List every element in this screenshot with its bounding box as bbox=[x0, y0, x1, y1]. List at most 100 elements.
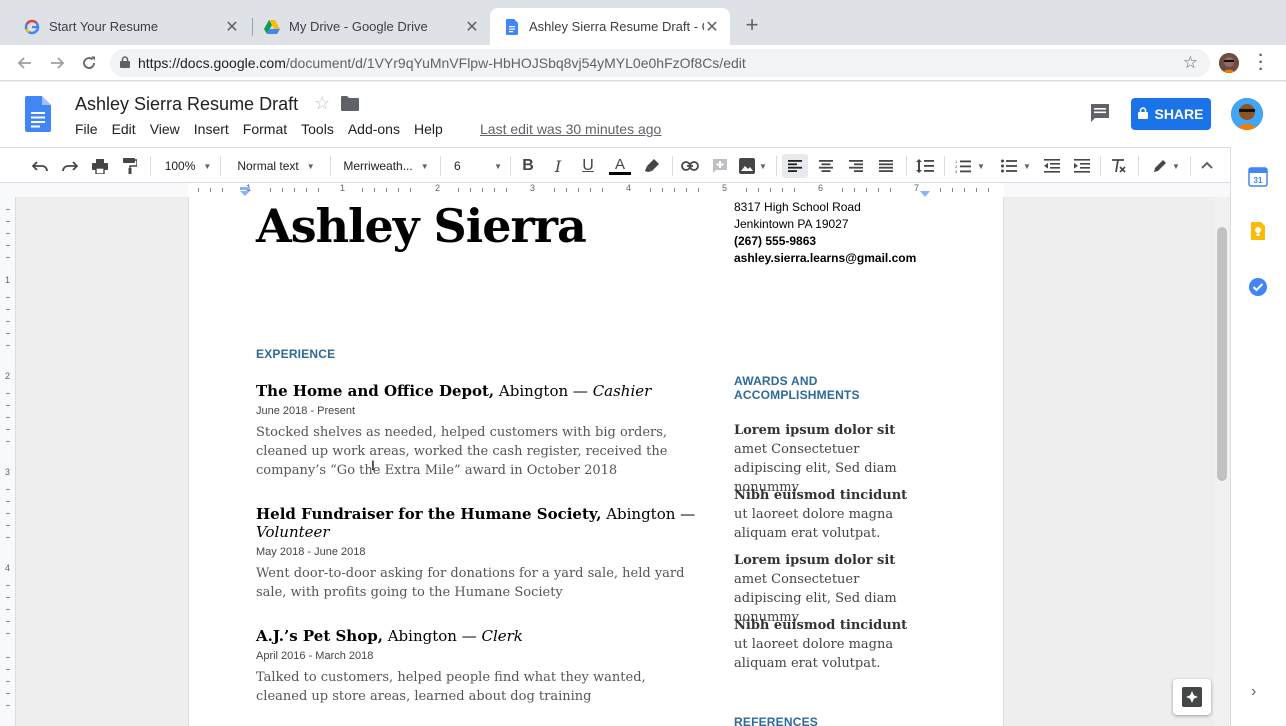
tab-resume-draft[interactable]: Ashley Sierra Resume Draft - G ✕ bbox=[490, 8, 730, 45]
back-arrow-icon[interactable] bbox=[14, 52, 36, 74]
job-entry[interactable]: A.J.’s Pet Shop, Abington — Clerk April … bbox=[256, 627, 696, 706]
insert-image-icon[interactable]: ▼ bbox=[736, 154, 770, 178]
chrome-menu-icon[interactable]: · · · bbox=[1256, 48, 1266, 78]
tab-title: My Drive - Google Drive bbox=[289, 19, 428, 34]
resume-name[interactable]: Ashley Sierra bbox=[256, 199, 587, 253]
forward-arrow-icon[interactable] bbox=[46, 52, 68, 74]
menu-add-ons[interactable]: Add-ons bbox=[348, 121, 400, 137]
account-avatar[interactable] bbox=[1231, 98, 1263, 130]
document-page[interactable]: Ashley Sierra 8317 High School Road Jenk… bbox=[188, 197, 1004, 726]
bulleted-list-icon[interactable]: ▼ bbox=[996, 154, 1036, 178]
menu-file[interactable]: File bbox=[75, 121, 98, 137]
ruler-tick bbox=[282, 188, 283, 192]
collapse-menus-icon[interactable] bbox=[1196, 154, 1218, 176]
vertical-scrollbar[interactable] bbox=[1214, 197, 1230, 726]
redo-icon[interactable] bbox=[58, 154, 82, 178]
align-left-icon[interactable] bbox=[782, 154, 808, 178]
bookmark-star-icon[interactable]: ☆ bbox=[1183, 53, 1198, 73]
ruler-tick bbox=[964, 188, 965, 192]
menu-insert[interactable]: Insert bbox=[194, 121, 229, 137]
menu-tools[interactable]: Tools bbox=[301, 121, 334, 137]
references-heading[interactable]: REFERENCES bbox=[734, 715, 818, 726]
job-entry[interactable]: Held Fundraiser for the Humane Society, … bbox=[256, 505, 696, 602]
chevron-down-icon: ▼ bbox=[420, 161, 429, 171]
decrease-indent-icon[interactable] bbox=[1040, 154, 1064, 178]
keep-icon[interactable] bbox=[1248, 221, 1268, 241]
undo-icon[interactable] bbox=[28, 154, 52, 178]
font-size-select[interactable]: 6 ▼ bbox=[450, 154, 506, 178]
share-button[interactable]: SHARE bbox=[1131, 98, 1211, 130]
justify-icon[interactable] bbox=[874, 154, 898, 178]
experience-heading[interactable]: EXPERIENCE bbox=[256, 347, 335, 361]
award-item[interactable]: Nibh euismod tincidunt ut laoreet dolore… bbox=[734, 486, 919, 543]
url-field[interactable]: https://docs.google.com/document/d/1VYr9… bbox=[110, 49, 1210, 77]
clear-formatting-icon[interactable] bbox=[1106, 154, 1132, 178]
insert-link-icon[interactable] bbox=[678, 154, 702, 178]
contact-block[interactable]: 8317 High School Road Jenkintown PA 1902… bbox=[734, 199, 924, 267]
paint-format-icon[interactable] bbox=[118, 154, 142, 178]
ruler-tick bbox=[6, 513, 10, 514]
editing-mode-icon[interactable]: ▼ bbox=[1146, 154, 1186, 178]
document-title[interactable]: Ashley Sierra Resume Draft bbox=[75, 94, 298, 115]
tab-start-your-resume[interactable]: Start Your Resume ✕ bbox=[10, 8, 250, 45]
scrollbar-thumb[interactable] bbox=[1217, 227, 1227, 481]
menu-edit[interactable]: Edit bbox=[112, 121, 136, 137]
ruler-tick bbox=[578, 188, 579, 192]
calendar-icon[interactable]: 31 bbox=[1248, 167, 1268, 187]
award-item[interactable]: Nibh euismod tincidunt ut laoreet dolore… bbox=[734, 616, 919, 673]
font-select[interactable]: Merriweath... ▼ bbox=[340, 154, 432, 178]
menu-help[interactable]: Help bbox=[414, 121, 443, 137]
highlight-color-icon[interactable] bbox=[640, 154, 664, 178]
line-spacing-icon[interactable] bbox=[912, 154, 938, 178]
menu-view[interactable]: View bbox=[150, 121, 180, 137]
font-value: Merriweath... bbox=[343, 159, 413, 173]
align-right-icon[interactable] bbox=[844, 154, 868, 178]
ruler-tick bbox=[746, 188, 747, 192]
new-tab-button[interactable]: + bbox=[740, 14, 764, 38]
ruler-tick bbox=[6, 309, 10, 310]
chevron-right-icon[interactable]: › bbox=[1251, 683, 1256, 701]
horizontal-ruler[interactable]: 1 1 2 3 4 5 6 bbox=[0, 183, 1230, 197]
ruler-tick bbox=[6, 669, 10, 670]
toolbar-divider bbox=[220, 156, 221, 176]
reload-icon[interactable] bbox=[78, 52, 100, 74]
close-icon[interactable]: ✕ bbox=[464, 17, 480, 37]
document-canvas[interactable]: Ashley Sierra 8317 High School Road Jenk… bbox=[16, 197, 1214, 726]
underline-icon[interactable]: U bbox=[576, 154, 600, 178]
vertical-ruler[interactable]: 1 2 3 4 bbox=[0, 197, 16, 726]
close-icon[interactable]: ✕ bbox=[224, 17, 240, 37]
ruler-tick bbox=[674, 188, 675, 192]
explore-button[interactable] bbox=[1173, 679, 1211, 715]
font-size-value: 6 bbox=[454, 159, 461, 173]
numbered-list-icon[interactable]: 123 ▼ bbox=[950, 154, 990, 178]
paragraph-style-select[interactable]: Normal text ▼ bbox=[230, 154, 322, 178]
zoom-select[interactable]: 100% ▼ bbox=[160, 154, 216, 178]
tab-my-drive[interactable]: My Drive - Google Drive ✕ bbox=[250, 8, 490, 45]
ruler-tick bbox=[506, 188, 507, 192]
address-line-1: 8317 High School Road bbox=[734, 200, 861, 214]
close-icon[interactable]: ✕ bbox=[704, 17, 720, 37]
bold-icon[interactable]: B bbox=[516, 154, 540, 178]
ruler-tick bbox=[6, 297, 10, 298]
chrome-profile-avatar[interactable] bbox=[1219, 53, 1239, 73]
tasks-icon[interactable] bbox=[1248, 277, 1268, 297]
docs-home-icon[interactable] bbox=[25, 96, 51, 137]
text-color-icon[interactable]: A bbox=[606, 154, 634, 178]
job-dates: May 2018 - June 2018 bbox=[256, 546, 366, 558]
align-center-icon[interactable] bbox=[814, 154, 838, 178]
awards-heading-line-1: AWARDS AND bbox=[734, 374, 818, 388]
address-line-2: Jenkintown PA 19027 bbox=[734, 217, 849, 231]
last-edit-link[interactable]: Last edit was 30 minutes ago bbox=[480, 121, 661, 137]
star-icon[interactable]: ☆ bbox=[314, 93, 330, 114]
italic-icon[interactable]: I bbox=[546, 154, 570, 178]
increase-indent-icon[interactable] bbox=[1070, 154, 1094, 178]
print-icon[interactable] bbox=[88, 154, 112, 178]
job-entry[interactable]: The Home and Office Depot, Abington — Ca… bbox=[256, 382, 696, 480]
folder-icon[interactable] bbox=[341, 96, 359, 116]
ruler-tick bbox=[198, 188, 199, 192]
add-comment-icon[interactable] bbox=[708, 154, 732, 178]
menu-format[interactable]: Format bbox=[243, 121, 287, 137]
comment-history-icon[interactable] bbox=[1089, 102, 1111, 129]
awards-heading[interactable]: AWARDS AND ACCOMPLISHMENTS bbox=[734, 374, 860, 402]
job-dates: June 2018 - Present bbox=[256, 405, 356, 417]
